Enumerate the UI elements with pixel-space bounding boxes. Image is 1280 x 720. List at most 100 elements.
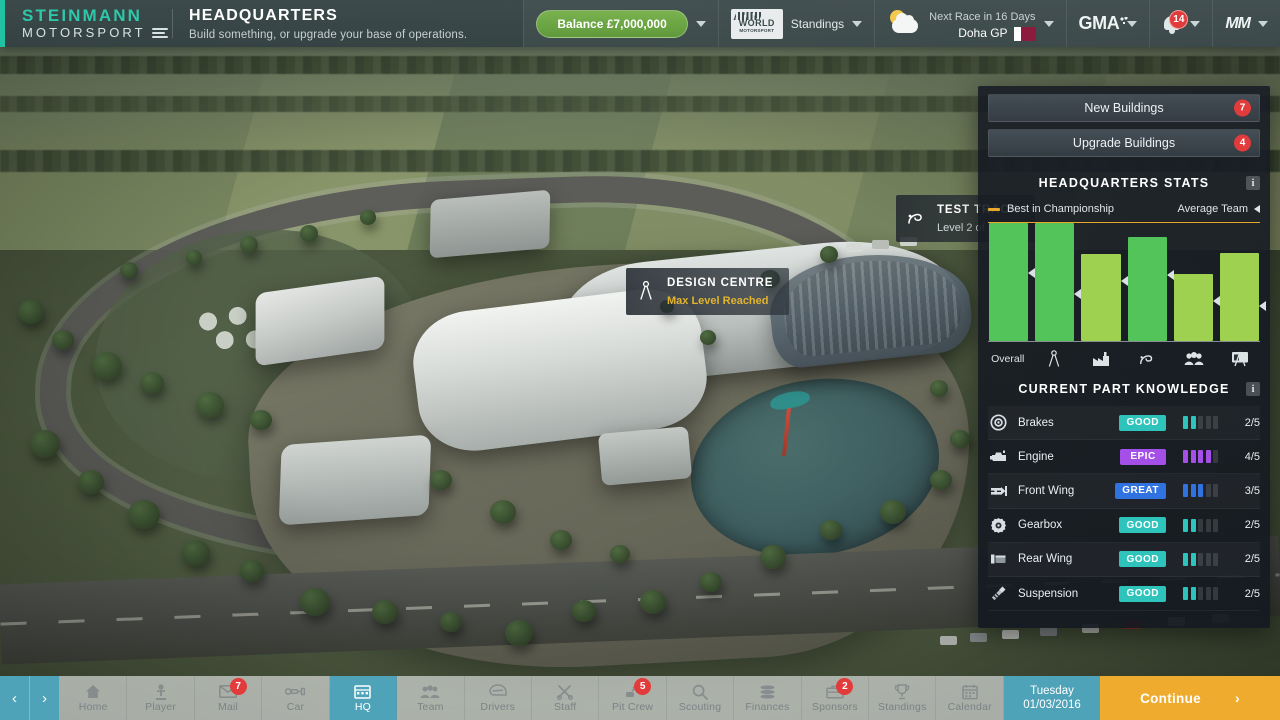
part-name: Rear Wing (1018, 553, 1073, 566)
test-track-icon (905, 206, 927, 230)
notifications-button[interactable]: 14 (1149, 0, 1213, 47)
knowledge-pip (1183, 484, 1188, 498)
nav-forward-button[interactable]: › (30, 676, 59, 720)
chart-x-tick (1174, 348, 1214, 370)
knowledge-fraction: 2/5 (1244, 519, 1260, 532)
chart-bar (1219, 252, 1260, 341)
nav-item-badge: 5 (634, 678, 652, 695)
people-icon (1184, 352, 1204, 366)
chevron-down-icon[interactable] (1127, 20, 1138, 27)
hq-icon (354, 683, 372, 700)
gma-button[interactable]: GMA (1065, 0, 1150, 47)
nav-item-mail[interactable]: Mail 7 (195, 676, 263, 720)
page-header: HEADQUARTERS Build something, or upgrade… (173, 0, 503, 47)
nav-item-pit-crew[interactable]: Pit Crew 5 (599, 676, 667, 720)
knowledge-pip (1190, 518, 1196, 532)
knowledge-pips (1183, 552, 1218, 566)
nav-item-calendar[interactable]: Calendar (936, 676, 1004, 720)
engine-icon (988, 446, 1009, 467)
new-buildings-label: New Buildings (1084, 101, 1164, 115)
part-name: Suspension (1018, 587, 1079, 600)
knowledge-pips (1183, 416, 1218, 430)
chart-bar-column (1127, 223, 1174, 341)
knowledge-pip (1213, 518, 1218, 532)
new-buildings-button[interactable]: New Buildings 7 (988, 94, 1260, 122)
chart-bar-column (1173, 223, 1220, 341)
team-name-secondary-text: MOTORSPORT (22, 24, 146, 40)
staff-icon (557, 683, 574, 700)
chevron-down-icon[interactable] (1190, 20, 1201, 27)
tier-badge: GOOD (1119, 585, 1166, 602)
upgrade-buildings-button[interactable]: Upgrade Buildings 4 (988, 129, 1260, 157)
continue-button[interactable]: Continue › (1100, 676, 1280, 720)
knowledge-pip (1183, 450, 1188, 464)
team-brand-logo[interactable]: STEINMANN MOTORSPORT (0, 0, 172, 47)
manager-profile-button[interactable]: MM (1212, 0, 1280, 47)
part-knowledge-row[interactable]: Suspension GOOD 2/5 (988, 577, 1260, 612)
info-icon[interactable]: i (1246, 382, 1260, 396)
next-race-button[interactable]: Next Race in 16 Days Doha GP (874, 0, 1066, 47)
knowledge-pip (1190, 484, 1196, 498)
building-north-block[interactable] (429, 189, 551, 259)
nav-item-label: Sponsors (811, 701, 858, 713)
building-tooltip-design-centre[interactable]: DESIGN CENTRE Max Level Reached (626, 268, 790, 315)
building-annex[interactable] (597, 426, 693, 486)
world-logo-bottom: MOTORSPORT (739, 28, 775, 34)
next-race-name-row: Doha GP (929, 26, 1036, 42)
part-knowledge-row[interactable]: Front Wing GREAT 3/5 (988, 474, 1260, 509)
nav-back-button[interactable]: ‹ (0, 676, 29, 720)
chevron-down-icon[interactable] (852, 20, 863, 27)
trophy-icon (894, 683, 910, 700)
building-south-block[interactable] (278, 434, 432, 526)
knowledge-fraction: 2/5 (1244, 587, 1260, 600)
part-name: Engine (1018, 450, 1054, 463)
chevron-down-icon[interactable] (1043, 20, 1054, 27)
headquarters-stats-chart: Best in Championship Average Team Overal… (988, 200, 1267, 370)
gearbox-icon (988, 515, 1009, 536)
chevron-down-icon[interactable] (1258, 20, 1268, 27)
nav-item-label: Home (78, 701, 108, 713)
part-name: Brakes (1018, 416, 1054, 429)
nav-item-drivers[interactable]: Drivers (465, 676, 532, 720)
chevron-down-icon[interactable] (695, 20, 706, 27)
compass-icon (1047, 350, 1061, 368)
nav-item-standings[interactable]: Standings (869, 676, 937, 720)
nav-item-team[interactable]: Team (397, 676, 465, 720)
nav-item-car[interactable]: Car (262, 676, 330, 720)
standings-button[interactable]: WORLD MOTORSPORT Standings (717, 0, 875, 47)
nav-item-finances[interactable]: Finances (734, 676, 802, 720)
helmet-icon (488, 683, 507, 700)
nav-item-sponsors[interactable]: Sponsors 2 (802, 676, 870, 720)
knowledge-pip (1205, 587, 1211, 601)
part-knowledge-row[interactable]: Gearbox GOOD 2/5 (988, 509, 1260, 543)
average-team-marker (1166, 270, 1174, 281)
knowledge-pip (1205, 450, 1211, 464)
part-knowledge-row[interactable]: Engine EPIC 4/5 (988, 440, 1260, 475)
nav-item-hq[interactable]: HQ (329, 676, 398, 720)
coins-icon (759, 683, 776, 700)
chart-x-tick (1081, 348, 1121, 370)
nav-item-player[interactable]: Player (127, 676, 195, 720)
new-buildings-badge: 7 (1234, 99, 1251, 117)
compass-icon (635, 279, 657, 303)
gma-logo: GMA (1078, 13, 1129, 33)
balance-button[interactable]: Balance £7,000,000 (523, 0, 718, 47)
game-date-button[interactable]: Tuesday 01/03/2016 (1004, 676, 1100, 720)
player-icon (154, 683, 168, 700)
brake-disc-icon (988, 412, 1009, 433)
average-team-marker (1074, 289, 1082, 300)
part-knowledge-row[interactable]: Brakes GOOD 2/5 (988, 406, 1260, 441)
nav-item-label: Finances (745, 701, 790, 713)
knowledge-pip (1190, 416, 1196, 430)
front-wing-icon (988, 480, 1009, 501)
nav-item-staff[interactable]: Staff (532, 676, 600, 720)
part-knowledge-row[interactable]: Rear Wing GOOD 2/5 (988, 543, 1260, 577)
manager-initials: MM (1225, 14, 1251, 32)
info-icon[interactable]: i (1246, 176, 1260, 190)
knowledge-fraction: 3/5 (1244, 484, 1260, 497)
nav-item-scouting[interactable]: Scouting (667, 676, 735, 720)
nav-item-badge: 7 (229, 678, 247, 695)
nav-item-home[interactable]: Home (60, 676, 128, 720)
top-navigation-bar: STEINMANN MOTORSPORT HEADQUARTERS Build … (0, 0, 1280, 47)
